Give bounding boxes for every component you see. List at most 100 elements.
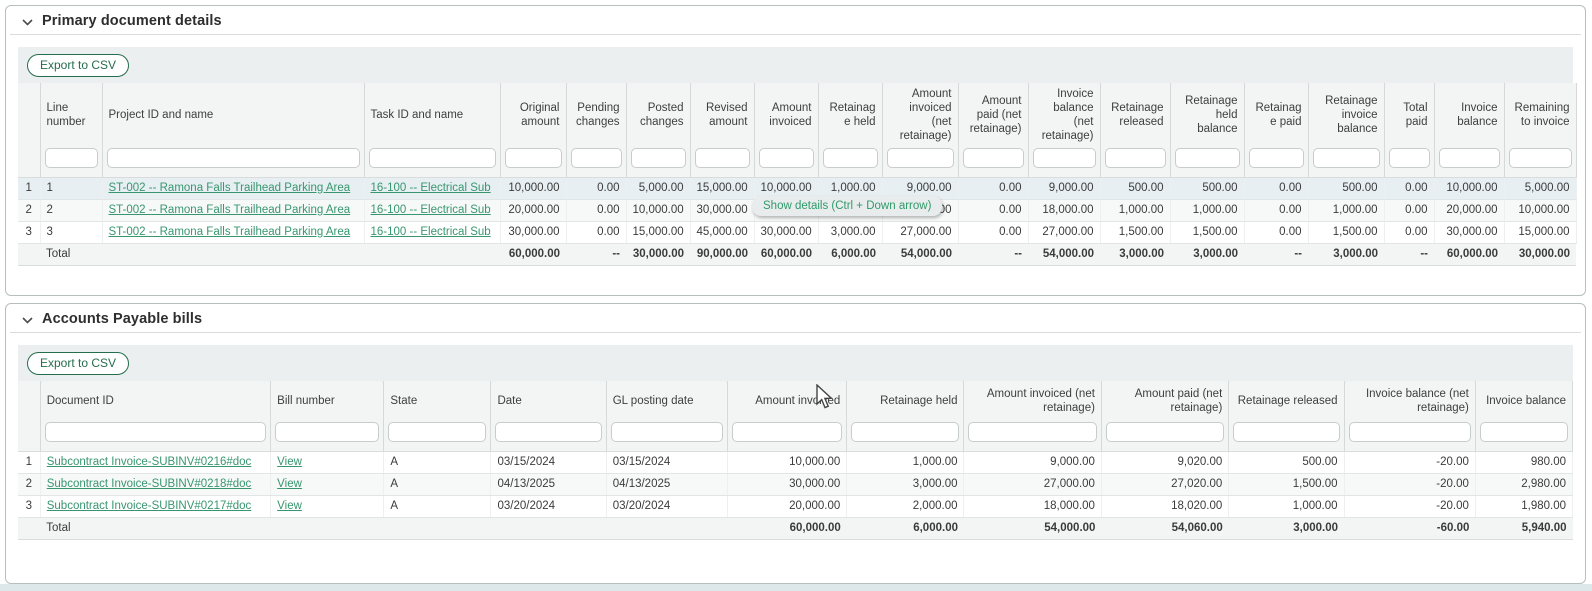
column-header[interactable]: Document ID: [40, 381, 270, 421]
filter-input[interactable]: [759, 148, 814, 168]
cell-link[interactable]: 16-100 -- Electrical Sub: [371, 226, 491, 238]
filter-input[interactable]: [631, 148, 686, 168]
filter-input[interactable]: [1175, 148, 1240, 168]
cell-link[interactable]: ST-002 -- Ramona Falls Trailhead Parking…: [109, 182, 351, 194]
column-header[interactable]: Amount paid (net retainage): [1101, 381, 1228, 421]
column-header[interactable]: Line number: [40, 83, 102, 147]
filter-input[interactable]: [1249, 148, 1304, 168]
filter-input[interactable]: [1106, 422, 1224, 442]
filter-input[interactable]: [963, 148, 1024, 168]
column-header[interactable]: Retainage invoice balance: [1308, 83, 1384, 147]
cell-link[interactable]: View: [277, 456, 302, 468]
filter-input[interactable]: [1033, 148, 1096, 168]
filter-input[interactable]: [1509, 148, 1572, 168]
cell-link[interactable]: 16-100 -- Electrical Sub: [371, 182, 491, 194]
export-to-csv-button[interactable]: Export to CSV: [27, 54, 129, 77]
filter-input[interactable]: [611, 422, 723, 442]
cell: 2,000.00: [847, 495, 964, 517]
cell-link[interactable]: ST-002 -- Ramona Falls Trailhead Parking…: [109, 204, 351, 216]
column-header[interactable]: Pending changes: [566, 83, 626, 147]
cell: 9,000.00: [964, 451, 1101, 473]
filter-input[interactable]: [1389, 148, 1430, 168]
table-row[interactable]: 33ST-002 -- Ramona Falls Trailhead Parki…: [18, 221, 1576, 243]
table-row[interactable]: 2Subcontract Invoice-SUBINV#0218#docView…: [18, 473, 1573, 495]
filter-input[interactable]: [495, 422, 601, 442]
column-header[interactable]: GL posting date: [606, 381, 727, 421]
cell: ST-002 -- Ramona Falls Trailhead Parking…: [102, 221, 364, 243]
row-number-cell: 2: [18, 199, 40, 221]
cell-link[interactable]: Subcontract Invoice-SUBINV#0218#doc: [47, 478, 252, 490]
cell: 18,020.00: [1101, 495, 1228, 517]
cell: 20,000.00: [500, 199, 566, 221]
cell-link[interactable]: 16-100 -- Electrical Sub: [371, 204, 491, 216]
filter-input[interactable]: [732, 422, 842, 442]
primary-section-header[interactable]: Primary document details: [10, 6, 1581, 35]
cell: View: [271, 451, 384, 473]
table-row[interactable]: 3Subcontract Invoice-SUBINV#0217#docView…: [18, 495, 1573, 517]
filter-input[interactable]: [369, 148, 496, 168]
column-header[interactable]: Amount invoiced: [754, 83, 818, 147]
cell: 0.00: [958, 177, 1028, 199]
filter-input[interactable]: [1233, 422, 1339, 442]
column-header[interactable]: Task ID and name: [364, 83, 500, 147]
column-header[interactable]: Amount invoiced (net retainage): [964, 381, 1101, 421]
column-header[interactable]: Original amount: [500, 83, 566, 147]
cell-link[interactable]: View: [277, 478, 302, 490]
export-to-csv-button[interactable]: Export to CSV: [27, 352, 129, 375]
column-header[interactable]: Retainage paid: [1244, 83, 1308, 147]
cell-link[interactable]: Subcontract Invoice-SUBINV#0216#doc: [47, 456, 252, 468]
filter-input[interactable]: [1439, 148, 1500, 168]
column-header[interactable]: Bill number: [271, 381, 384, 421]
column-header[interactable]: Total paid: [1384, 83, 1434, 147]
cell: 10,000.00: [500, 177, 566, 199]
column-header[interactable]: State: [384, 381, 491, 421]
filter-input[interactable]: [968, 422, 1096, 442]
column-header[interactable]: Retainage released: [1229, 381, 1344, 421]
filter-input[interactable]: [1105, 148, 1166, 168]
cell: 18,000.00: [1028, 199, 1100, 221]
column-header[interactable]: Remaining to invoice: [1504, 83, 1576, 147]
column-header[interactable]: Retainage held: [847, 381, 964, 421]
filter-input[interactable]: [107, 148, 360, 168]
filter-input[interactable]: [571, 148, 622, 168]
column-header[interactable]: Amount invoiced (net retainage): [882, 83, 958, 147]
total-cell: 6,000.00: [818, 243, 882, 265]
chevron-down-icon[interactable]: [22, 317, 33, 324]
chevron-down-icon[interactable]: [22, 19, 33, 26]
column-header[interactable]: Posted changes: [626, 83, 690, 147]
column-header[interactable]: Project ID and name: [102, 83, 364, 147]
filter-input[interactable]: [1349, 422, 1471, 442]
table-row[interactable]: 1Subcontract Invoice-SUBINV#0216#docView…: [18, 451, 1573, 473]
column-header[interactable]: Amount paid (net retainage): [958, 83, 1028, 147]
filter-input[interactable]: [45, 148, 98, 168]
column-header[interactable]: Date: [491, 381, 606, 421]
column-header[interactable]: Invoice balance (net retainage): [1028, 83, 1100, 147]
cell: A: [384, 473, 491, 495]
column-header[interactable]: Retainage held balance: [1170, 83, 1244, 147]
column-header[interactable]: Invoice balance: [1434, 83, 1504, 147]
filter-input[interactable]: [505, 148, 562, 168]
filter-cell: [1244, 147, 1308, 177]
filter-input[interactable]: [851, 422, 959, 442]
column-header[interactable]: Invoice balance: [1475, 381, 1572, 421]
filter-input[interactable]: [388, 422, 486, 442]
cell-link[interactable]: View: [277, 500, 302, 512]
filter-cell: [847, 421, 964, 451]
filter-cell: [102, 147, 364, 177]
filter-input[interactable]: [45, 422, 266, 442]
filter-input[interactable]: [823, 148, 878, 168]
filter-input[interactable]: [887, 148, 954, 168]
cell-link[interactable]: Subcontract Invoice-SUBINV#0217#doc: [47, 500, 252, 512]
cell: 27,000.00: [1028, 221, 1100, 243]
column-header[interactable]: Retainage held: [818, 83, 882, 147]
ap-section-header[interactable]: Accounts Payable bills: [10, 304, 1581, 333]
filter-input[interactable]: [695, 148, 750, 168]
column-header[interactable]: Invoice balance (net retainage): [1344, 381, 1475, 421]
cell-link[interactable]: ST-002 -- Ramona Falls Trailhead Parking…: [109, 226, 351, 238]
column-header[interactable]: Retainage released: [1100, 83, 1170, 147]
cell: 0.00: [1244, 221, 1308, 243]
filter-input[interactable]: [1480, 422, 1568, 442]
filter-input[interactable]: [275, 422, 379, 442]
filter-input[interactable]: [1313, 148, 1380, 168]
column-header[interactable]: Revised amount: [690, 83, 754, 147]
